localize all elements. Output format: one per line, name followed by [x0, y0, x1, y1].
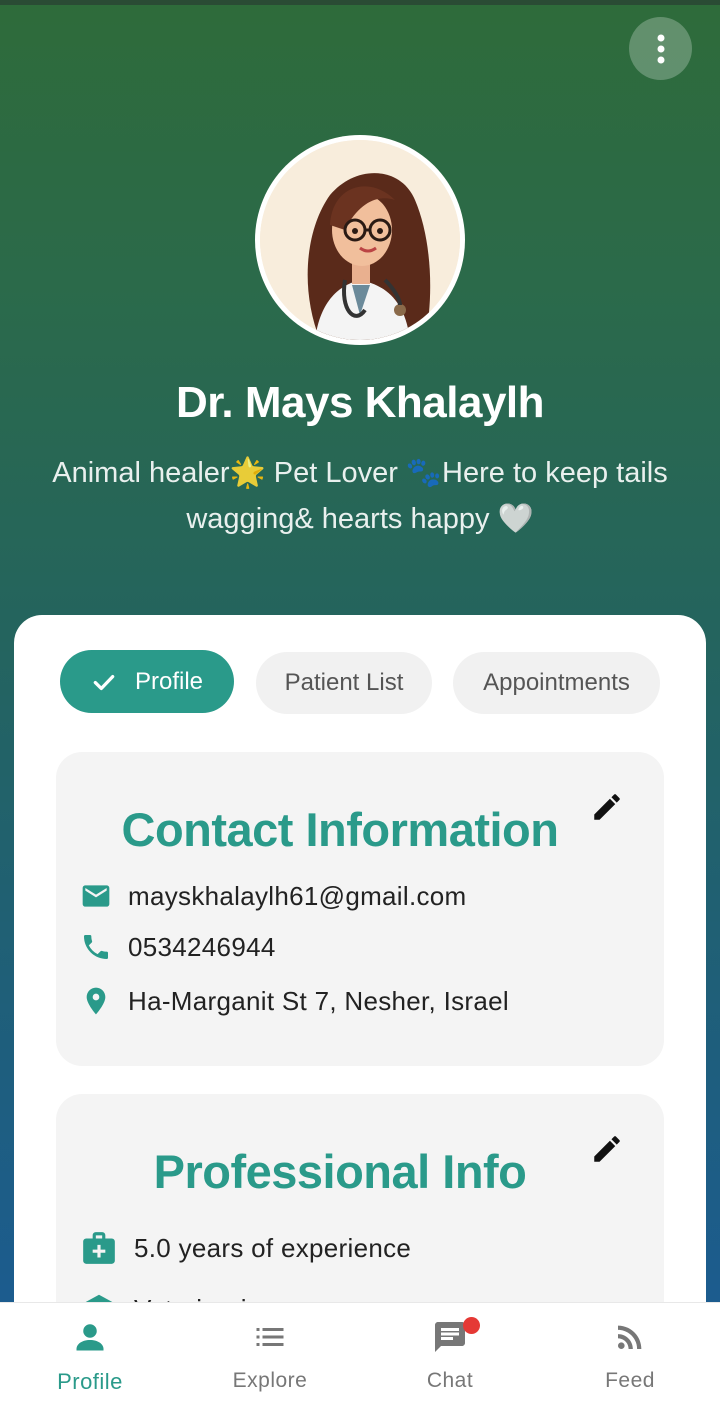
status-bar-edge — [0, 0, 720, 5]
nav-chat-label: Chat — [426, 1369, 474, 1392]
profile-card: Profile Patient List Appointments Contac… — [14, 615, 706, 1406]
nav-chat[interactable]: Chat — [360, 1303, 540, 1406]
nav-feed[interactable]: Feed — [540, 1303, 720, 1406]
professional-info-title: Professional Info — [153, 1145, 527, 1198]
nav-profile[interactable]: Profile — [0, 1303, 180, 1406]
location-pin-icon — [86, 987, 106, 1015]
person-icon — [76, 1324, 104, 1351]
tab-appointments-label: Appointments — [483, 669, 630, 696]
email-row[interactable]: mayskhalaylh61@gmail.com — [80, 880, 467, 912]
tab-patient-list-label: Patient List — [284, 669, 404, 696]
contact-info-section: Contact Information mayskhalaylh61@gmail… — [56, 752, 664, 1066]
experience-row: 5.0 years of experience — [80, 1229, 411, 1267]
phone-icon — [84, 935, 108, 959]
more-options-button[interactable] — [629, 17, 692, 80]
profile-bio: Animal healer🌟 Pet Lover 🐾Here to keep t… — [52, 457, 668, 535]
profile-name: Dr. Mays Khalaylh — [175, 378, 545, 427]
nav-explore[interactable]: Explore — [180, 1303, 360, 1406]
tab-profile-label: Profile — [134, 667, 204, 695]
edit-icon[interactable] — [590, 1132, 624, 1166]
avatar[interactable] — [255, 135, 465, 345]
more-vert-icon — [657, 34, 664, 63]
nav-feed-label: Feed — [605, 1369, 655, 1392]
profile-screen: Dr. Mays Khalaylh Animal healer🌟 Pet Lov… — [0, 0, 720, 1406]
rss-icon — [618, 1325, 642, 1349]
chat-notification-badge — [463, 1317, 480, 1334]
phone-row[interactable]: 0534246944 — [80, 931, 276, 963]
email-value: mayskhalaylh61@gmail.com — [128, 880, 467, 911]
nav-profile-label: Profile — [57, 1369, 123, 1394]
tab-appointments[interactable]: Appointments — [453, 652, 660, 714]
medical-bag-icon — [83, 1232, 115, 1264]
list-icon — [256, 1328, 284, 1346]
phone-value: 0534246944 — [128, 931, 276, 962]
doctor-avatar-illustration — [260, 140, 460, 340]
experience-value: 5.0 years of experience — [134, 1232, 412, 1263]
contact-info-title: Contact Information — [121, 803, 559, 856]
check-icon — [93, 674, 115, 690]
tab-patient-list[interactable]: Patient List — [256, 652, 432, 714]
email-icon — [82, 885, 110, 907]
bottom-navigation: Profile Explore Chat Feed — [0, 1302, 720, 1406]
edit-icon[interactable] — [590, 790, 624, 824]
address-value: Ha-Marganit St 7, Nesher, Israel — [128, 985, 509, 1016]
address-row[interactable]: Ha-Marganit St 7, Nesher, Israel — [80, 985, 509, 1017]
nav-explore-label: Explore — [232, 1369, 308, 1392]
tab-profile[interactable]: Profile — [60, 650, 234, 713]
